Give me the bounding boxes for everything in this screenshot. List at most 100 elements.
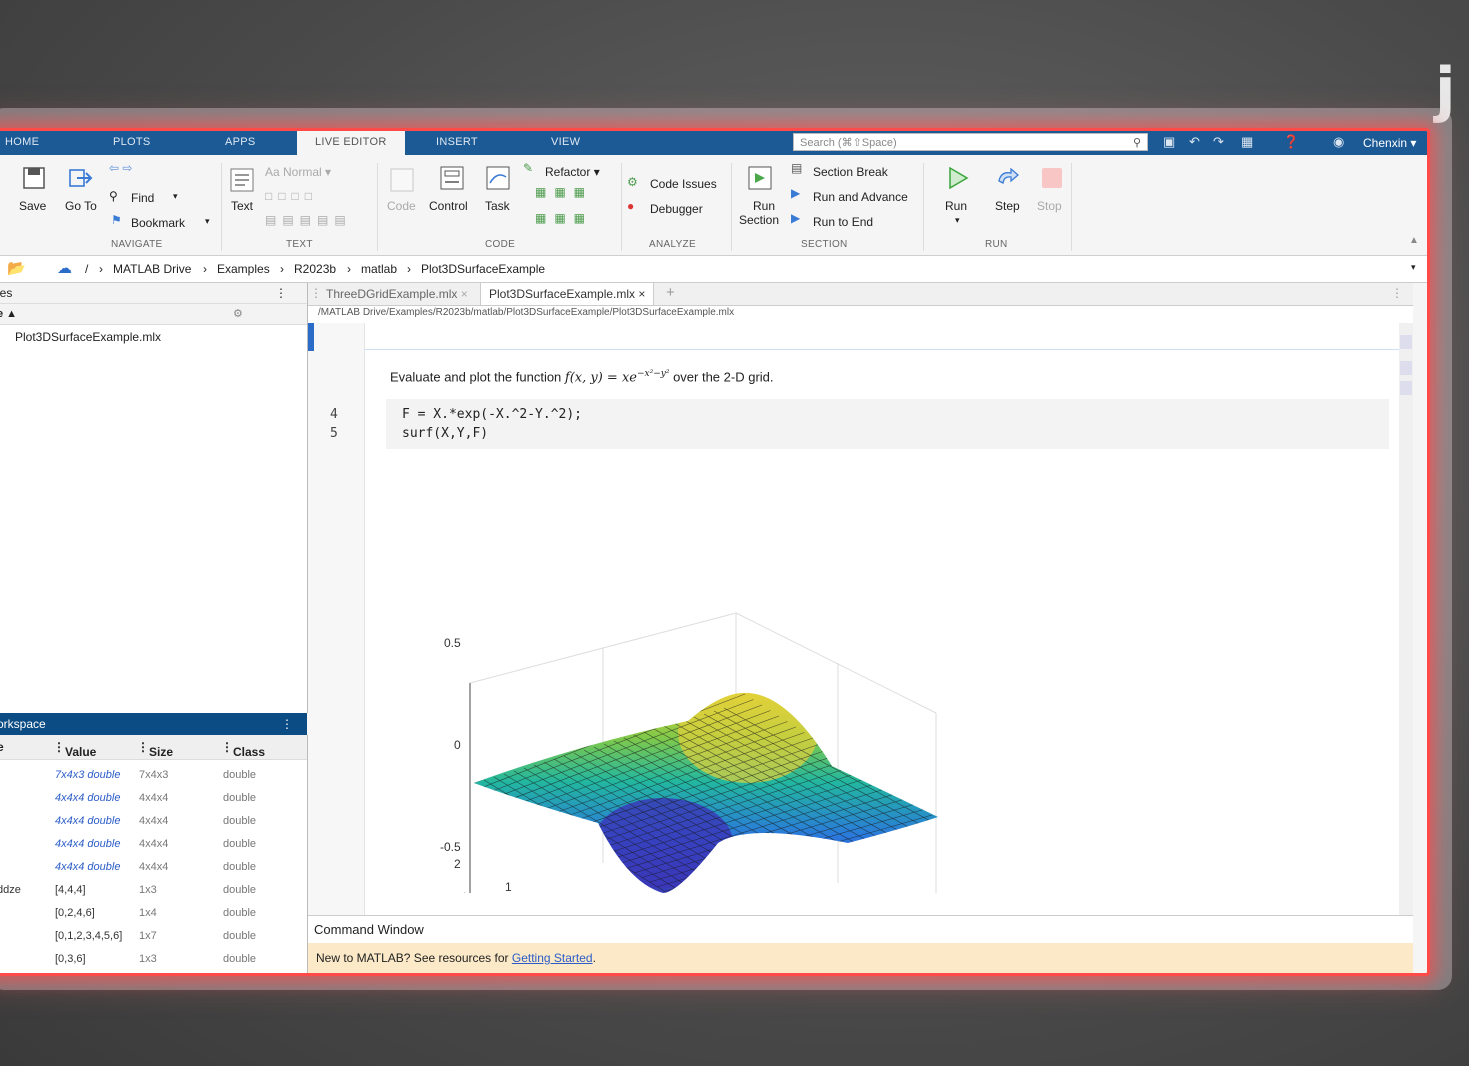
debugger-button[interactable]: Debugger <box>650 202 703 216</box>
workspace-row[interactable]: 7x4x3 double 7x4x3 double <box>0 765 307 788</box>
divider <box>731 163 732 251</box>
code-group-label: CODE <box>485 239 516 250</box>
command-window[interactable]: Command Window <box>308 915 1413 943</box>
run-and-advance-button[interactable]: Run and Advance <box>813 190 908 204</box>
files-column-header[interactable]: e ▲ ⚙ <box>0 304 307 325</box>
back-arrow-icon[interactable]: ⇦ ⇨ <box>109 161 132 175</box>
tab-home[interactable]: HOME <box>5 131 39 155</box>
user-menu[interactable]: Chenxin ▾ <box>1363 131 1416 155</box>
breadcrumb-matlab[interactable]: matlab <box>361 262 397 276</box>
collapse-ribbon-icon[interactable]: ▲ <box>1409 235 1419 246</box>
find-button[interactable]: Find <box>131 191 154 205</box>
step-button[interactable]: Step <box>995 199 1020 213</box>
variable-size: 4x4x4 <box>139 838 169 850</box>
search-input[interactable]: Search (⌘⇧Space) ⚲ <box>793 133 1148 151</box>
stop-icon <box>1042 168 1062 188</box>
save-icon[interactable]: ▣ <box>1163 134 1175 150</box>
task-button[interactable]: Task <box>485 199 510 213</box>
run-section-button[interactable]: Run Section <box>739 199 779 227</box>
close-icon[interactable]: × <box>461 287 468 301</box>
text-before: Evaluate and plot the function <box>390 369 565 385</box>
workspace-row[interactable]: [0,2,4,6] 1x4 double <box>0 903 307 926</box>
variable-class: double <box>223 930 257 942</box>
close-icon[interactable]: × <box>638 287 645 301</box>
code-cell[interactable]: F = X.*exp(-X.^2-Y.^2); surf(X,Y,F) <box>386 399 1389 449</box>
debugger-icon: ● <box>627 199 635 213</box>
tab-insert[interactable]: INSERT <box>436 131 478 155</box>
tab-live-editor[interactable]: LIVE EDITOR <box>297 131 405 155</box>
variable-size: 1x7 <box>139 930 157 942</box>
getting-started-link[interactable]: Getting Started <box>512 951 593 965</box>
more-options-icon[interactable]: ⋮ <box>281 713 293 735</box>
right-scrollbar[interactable] <box>1399 323 1413 915</box>
editor-tab-threedgrid[interactable]: ThreeDGridExample.mlx × <box>318 283 476 305</box>
text-cell[interactable]: Evaluate and plot the function f(x, y) =… <box>390 369 774 385</box>
workspace-columns: e ⋮Value ⋮Size ⋮Class <box>0 735 307 760</box>
account-icon[interactable]: ◉ <box>1333 134 1344 150</box>
more-options-icon[interactable]: ⋮ <box>1391 286 1403 300</box>
column-options-icon[interactable]: ⚙ <box>233 304 243 324</box>
chevron-down-icon[interactable]: ▾ <box>205 216 210 227</box>
code-issues-button[interactable]: Code Issues <box>650 177 717 191</box>
editor-tab-plot3dsurface[interactable]: Plot3DSurfaceExample.mlx × <box>480 283 655 305</box>
breadcrumb-matlab-drive[interactable]: MATLAB Drive <box>113 262 191 276</box>
breadcrumb-r2023b[interactable]: R2023b <box>294 262 336 276</box>
output-icon[interactable] <box>1400 381 1412 395</box>
more-options-icon[interactable]: ⋮ <box>275 283 287 303</box>
workspace-row[interactable]: [0,1,2,3,4,5,6] 1x7 double <box>0 926 307 949</box>
column-class[interactable]: ⋮ Class <box>221 740 265 759</box>
code-button[interactable]: Code <box>387 199 416 213</box>
chevron-down-icon[interactable]: ▾ <box>1411 262 1416 273</box>
tab-view[interactable]: VIEW <box>551 131 580 155</box>
chevron-right-icon: › <box>407 262 411 276</box>
workspace-row[interactable]: 4x4x4 double 4x4x4 double <box>0 857 307 880</box>
outline-icon[interactable] <box>1400 335 1412 349</box>
folder-icon[interactable]: 📂 <box>7 259 26 277</box>
layout-icon[interactable]: ▦ <box>1241 134 1253 150</box>
format-buttons: □□□□ <box>265 189 318 203</box>
variable-class: double <box>223 884 257 896</box>
column-name[interactable]: e <box>0 740 4 754</box>
variable-size: 4x4x4 <box>139 861 169 873</box>
bookmark-button[interactable]: Bookmark <box>131 216 185 230</box>
redo-icon[interactable]: ↷ <box>1213 134 1224 150</box>
workspace-row[interactable]: [0,3,6] 1x3 double <box>0 949 307 972</box>
refactor-button[interactable]: Refactor ▾ <box>545 165 600 179</box>
workspace-row[interactable]: 4x4x4 double 4x4x4 double <box>0 811 307 834</box>
tab-apps[interactable]: APPS <box>225 131 256 155</box>
style-dropdown[interactable]: Aa Normal ▾ <box>265 165 331 179</box>
z-tick: -0.5 <box>440 840 461 854</box>
surface-plot[interactable]: 0.5 0 -0.5 2 1 0 -1 -2 -2 -1 0 1 <box>428 483 988 893</box>
chevron-down-icon[interactable]: ▾ <box>955 215 960 226</box>
text-button[interactable]: Text <box>231 199 253 213</box>
help-icon[interactable]: ❓ <box>1283 134 1299 150</box>
run-button[interactable]: Run <box>945 199 967 213</box>
goto-button[interactable]: Go To <box>65 199 97 213</box>
code-icon <box>390 168 414 192</box>
code-line: F = X.*exp(-X.^2-Y.^2); <box>402 407 583 422</box>
workspace-row[interactable]: 4x4x4 double 4x4x4 double <box>0 788 307 811</box>
control-button[interactable]: Control <box>429 199 468 213</box>
code-tools-row-1[interactable]: ▦▦▦ <box>535 185 593 199</box>
editor-tab-label: Plot3DSurfaceExample.mlx <box>489 287 636 301</box>
breadcrumb-examples[interactable]: Examples <box>217 262 270 276</box>
column-size[interactable]: ⋮ Size <box>137 740 173 759</box>
undo-icon[interactable]: ↶ <box>1189 134 1200 150</box>
workspace-row[interactable]: ddze [4,4,4] 1x3 double <box>0 880 307 903</box>
code-tools-row-2[interactable]: ▦▦▦ <box>535 211 593 225</box>
save-button[interactable]: Save <box>19 199 46 213</box>
breadcrumb-root[interactable]: / <box>85 262 88 276</box>
stop-button[interactable]: Stop <box>1037 199 1062 213</box>
file-item[interactable]: Plot3DSurfaceExample.mlx <box>0 325 307 344</box>
breadcrumb-current[interactable]: Plot3DSurfaceExample <box>421 262 545 276</box>
column-value[interactable]: ⋮ Value <box>53 740 96 759</box>
figure-icon[interactable] <box>1400 361 1412 375</box>
chevron-down-icon[interactable]: ▾ <box>173 191 178 202</box>
new-tab-icon[interactable]: + <box>666 284 675 301</box>
workspace-row[interactable]: 4x4x4 double 4x4x4 double <box>0 834 307 857</box>
run-to-end-button[interactable]: Run to End <box>813 215 873 229</box>
chevron-right-icon: › <box>347 262 351 276</box>
section-break-button[interactable]: Section Break <box>813 165 888 179</box>
run-group-label: RUN <box>985 239 1008 250</box>
tab-plots[interactable]: PLOTS <box>113 131 151 155</box>
